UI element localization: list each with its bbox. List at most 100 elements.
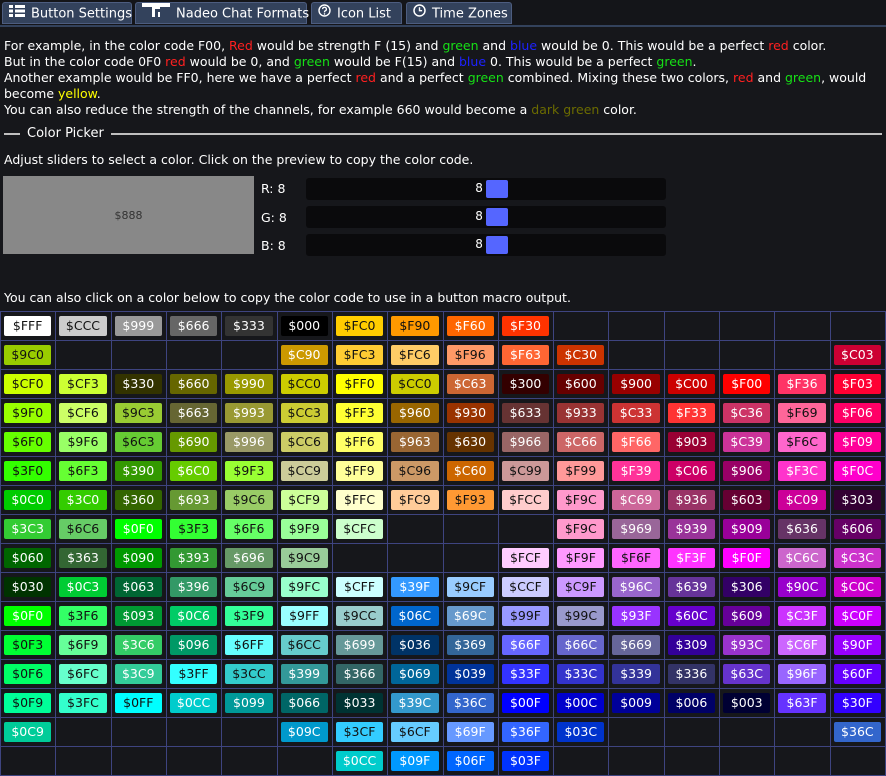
color-swatch[interactable]: $F63 [501, 345, 550, 365]
color-swatch[interactable]: $F06 [833, 403, 881, 423]
color-swatch[interactable]: $996 [225, 432, 273, 452]
color-swatch[interactable]: $F99 [557, 461, 605, 481]
color-swatch[interactable]: $6C0 [169, 461, 218, 481]
color-swatch[interactable]: $9CF [446, 577, 494, 597]
color-swatch[interactable]: $F33 [667, 403, 716, 423]
color-swatch[interactable]: $393 [169, 548, 218, 568]
color-swatch[interactable]: $9C3 [114, 403, 162, 423]
color-swatch[interactable]: $999 [114, 316, 162, 336]
color-swatch[interactable]: $930 [446, 403, 494, 423]
color-swatch[interactable]: $CC0 [280, 374, 328, 394]
color-swatch[interactable]: $990 [225, 374, 273, 394]
color-swatch[interactable]: $CC6 [280, 432, 328, 452]
color-swatch[interactable]: $FC9 [391, 490, 439, 510]
color-swatch[interactable]: $C36 [723, 403, 771, 423]
color-swatch[interactable]: $6F0 [4, 432, 52, 452]
color-swatch[interactable]: $009 [612, 693, 660, 713]
color-swatch[interactable]: $F6C [778, 432, 826, 452]
color-swatch[interactable]: $669 [612, 635, 660, 655]
color-swatch[interactable]: $0CC [335, 751, 384, 771]
color-swatch[interactable]: $6F3 [59, 461, 107, 481]
color-swatch[interactable]: $33C [557, 664, 605, 684]
color-swatch[interactable]: $060 [4, 548, 52, 568]
color-swatch[interactable]: $0FF [114, 693, 162, 713]
color-swatch[interactable]: $6F6 [225, 519, 273, 539]
color-swatch[interactable]: $603 [723, 490, 771, 510]
color-swatch[interactable]: $9C0 [4, 345, 52, 365]
color-swatch[interactable]: $36F [501, 722, 550, 742]
color-swatch[interactable]: $30F [833, 693, 881, 713]
color-swatch[interactable]: $336 [667, 664, 716, 684]
color-swatch[interactable]: $3F6 [59, 606, 107, 626]
slider-r[interactable]: 8 [306, 178, 666, 200]
color-swatch[interactable]: $3F3 [169, 519, 218, 539]
color-swatch[interactable]: $FCC [501, 490, 550, 510]
color-swatch[interactable]: $3C3 [4, 519, 52, 539]
color-swatch[interactable]: $660 [169, 374, 218, 394]
color-swatch[interactable]: $93C [723, 635, 771, 655]
color-swatch[interactable]: $CC0 [391, 374, 439, 394]
color-swatch[interactable]: $FC6 [391, 345, 439, 365]
color-swatch[interactable]: $0C3 [59, 577, 107, 597]
color-swatch[interactable]: $CF9 [280, 490, 328, 510]
slider-b[interactable]: 8 [306, 234, 666, 256]
slider-handle[interactable] [486, 236, 509, 254]
color-swatch[interactable]: $6C9 [225, 577, 273, 597]
color-swatch[interactable]: $CC9 [280, 461, 328, 481]
color-swatch[interactable]: $C39 [723, 432, 771, 452]
color-swatch[interactable]: $69F [446, 722, 494, 742]
color-swatch[interactable]: $CF3 [59, 374, 107, 394]
color-swatch[interactable]: $FC3 [335, 345, 384, 365]
color-swatch[interactable]: $C6F [778, 635, 826, 655]
color-swatch[interactable]: $36C [833, 722, 881, 742]
color-swatch[interactable]: $663 [169, 403, 218, 423]
color-swatch[interactable]: $6CC [280, 635, 328, 655]
color-swatch[interactable]: $FF9 [335, 461, 384, 481]
color-swatch[interactable]: $33F [501, 664, 550, 684]
color-swatch[interactable]: $CFF [335, 577, 384, 597]
color-swatch[interactable]: $CF6 [59, 403, 107, 423]
color-swatch[interactable]: $636 [778, 519, 826, 539]
color-swatch[interactable]: $FCF [501, 548, 550, 568]
color-swatch[interactable]: $FFF [4, 316, 52, 336]
color-swatch[interactable]: $3CC [225, 664, 273, 684]
color-swatch[interactable]: $C90 [280, 345, 328, 365]
color-swatch[interactable]: $330 [114, 374, 162, 394]
tab-nadeo-chat-formats[interactable]: Nadeo Chat Formats [135, 2, 309, 24]
color-swatch[interactable]: $369 [446, 635, 494, 655]
color-swatch[interactable]: $C33 [612, 403, 660, 423]
color-swatch[interactable]: $F93 [446, 490, 494, 510]
color-swatch[interactable]: $666 [169, 316, 218, 336]
color-swatch[interactable]: $09F [391, 751, 439, 771]
color-swatch[interactable]: $0F3 [4, 635, 52, 655]
color-swatch[interactable]: $00C [557, 693, 605, 713]
color-swatch[interactable]: $C03 [833, 345, 881, 365]
color-swatch[interactable]: $F9C [557, 519, 605, 539]
color-swatch[interactable]: $963 [391, 432, 439, 452]
color-swatch[interactable]: $C30 [557, 345, 605, 365]
tab-time-zones[interactable]: Time Zones [406, 2, 512, 24]
color-swatch[interactable]: $633 [501, 403, 550, 423]
color-swatch[interactable]: $C09 [778, 490, 826, 510]
color-swatch[interactable]: $39C [391, 693, 439, 713]
color-swatch[interactable]: $CC3 [280, 403, 328, 423]
color-swatch[interactable]: $F6F [612, 548, 660, 568]
color-swatch[interactable]: $3F9 [225, 606, 273, 626]
color-swatch[interactable]: $93F [612, 606, 660, 626]
color-swatch[interactable]: $00F [501, 693, 550, 713]
color-swatch[interactable]: $9F6 [59, 432, 107, 452]
color-swatch[interactable]: $F36 [778, 374, 826, 394]
color-swatch[interactable]: $6C6 [59, 519, 107, 539]
color-swatch[interactable]: $36C [446, 693, 494, 713]
color-swatch[interactable]: $300 [501, 374, 550, 394]
color-preview[interactable]: $888 [3, 176, 254, 254]
color-swatch[interactable]: $FF0 [335, 374, 384, 394]
color-swatch[interactable]: $C96 [391, 461, 439, 481]
color-swatch[interactable]: $C99 [501, 461, 550, 481]
color-swatch[interactable]: $3C0 [59, 490, 107, 510]
color-swatch[interactable]: $960 [391, 403, 439, 423]
color-swatch[interactable]: $06F [446, 751, 494, 771]
color-swatch[interactable]: $C9F [557, 577, 605, 597]
color-swatch[interactable]: $0F9 [4, 693, 52, 713]
color-swatch[interactable]: $3CF [335, 722, 384, 742]
